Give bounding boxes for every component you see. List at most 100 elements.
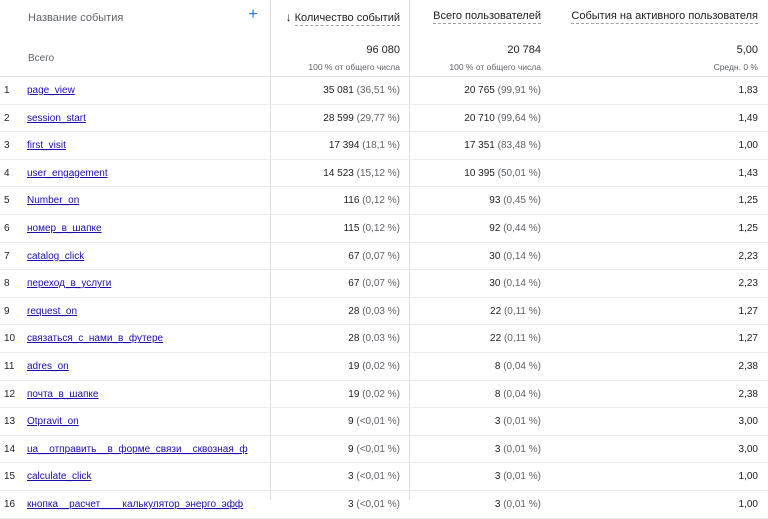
events-count-cell: 17 394 (18,1 %) xyxy=(328,140,400,152)
table-body: 1 page_view 35 081 (36,51 %) 20 765 (99,… xyxy=(0,77,768,519)
users-count-cell: 10 395 (50,01 %) xyxy=(464,167,541,179)
event-name-link[interactable]: почта_в_шапке xyxy=(27,389,98,400)
row-index: 9 xyxy=(4,305,10,317)
table-row: 2 session_start 28 599 (29,77 %) 20 710 … xyxy=(0,105,768,133)
events-count-cell: 14 523 (15,12 %) xyxy=(323,167,400,179)
totals-events: 96 080 100 % от общего числа xyxy=(308,44,400,72)
events-per-user-cell: 2,38 xyxy=(738,360,758,372)
table-row: 5 Number_on 116 (0,12 %) 93 (0,45 %) 1,2… xyxy=(0,187,768,215)
row-index: 1 xyxy=(4,85,10,96)
totals-per-user: 5,00 Средн. 0 % xyxy=(713,44,758,72)
users-count-cell: 8 (0,04 %) xyxy=(494,388,541,400)
row-index: 11 xyxy=(4,360,15,372)
events-per-user-cell: 1,49 xyxy=(738,112,758,124)
table-row: 10 связаться_с_нами_в_футере 28 (0,03 %)… xyxy=(0,325,768,353)
events-count-cell: 35 081 (36,51 %) xyxy=(323,85,400,96)
row-index: 3 xyxy=(4,140,10,152)
row-index: 13 xyxy=(4,416,16,428)
events-per-user-column-header[interactable]: События на активного пользователя xyxy=(571,10,758,24)
events-count-cell: 19 (0,02 %) xyxy=(348,360,400,372)
table-row: 1 page_view 35 081 (36,51 %) 20 765 (99,… xyxy=(0,77,768,105)
table-row: 11 adres_on 19 (0,02 %) 8 (0,04 %) 2,38 xyxy=(0,353,768,381)
events-per-user-cell: 3,00 xyxy=(738,443,758,455)
row-index: 4 xyxy=(4,167,10,179)
event-name-link[interactable]: кнопка__расчет____калькулятор_энерго_эфф xyxy=(27,499,243,510)
totals-label: Всего xyxy=(28,53,55,64)
events-count-cell: 116 (0,12 %) xyxy=(343,195,400,207)
users-count-cell: 3 (0,01 %) xyxy=(494,498,541,510)
users-count-cell: 3 (0,01 %) xyxy=(494,471,541,483)
events-per-user-cell: 1,43 xyxy=(738,167,758,179)
row-index: 2 xyxy=(4,112,10,124)
events-per-user-cell: 2,23 xyxy=(738,278,758,290)
users-count-cell: 20 710 (99,64 %) xyxy=(464,112,541,124)
table-row: 16 кнопка__расчет____калькулятор_энерго_… xyxy=(0,491,768,519)
users-count-cell: 3 (0,01 %) xyxy=(494,416,541,428)
users-count-cell: 30 (0,14 %) xyxy=(489,278,541,290)
event-name-link[interactable]: session_start xyxy=(27,113,86,124)
events-count-cell: 28 (0,03 %) xyxy=(348,333,400,345)
totals-row: Всего 96 080 100 % от общего числа 20 78… xyxy=(0,38,768,77)
event-name-link[interactable]: page_view xyxy=(27,85,75,96)
events-table: Название события + ↓ Количество событий В… xyxy=(0,0,768,519)
totals-users: 20 784 100 % от общего числа xyxy=(449,44,541,72)
table-row: 4 user_engagement 14 523 (15,12 %) 10 39… xyxy=(0,160,768,188)
users-count-cell: 30 (0,14 %) xyxy=(489,250,541,262)
event-name-link[interactable]: переход_в_услуги xyxy=(27,278,111,289)
users-count-cell: 8 (0,04 %) xyxy=(494,360,541,372)
event-name-link[interactable]: calculate_click xyxy=(27,471,91,482)
events-count-column-header[interactable]: ↓ Количество событий xyxy=(285,10,400,26)
row-index: 16 xyxy=(4,498,16,510)
events-count-cell: 9 (<0,01 %) xyxy=(348,416,400,428)
events-per-user-cell: 1,27 xyxy=(738,333,758,345)
row-index: 7 xyxy=(4,250,10,262)
event-name-link[interactable]: Otpravit_on xyxy=(27,416,79,427)
events-count-cell: 115 (0,12 %) xyxy=(343,222,400,234)
total-users-column-header[interactable]: Всего пользователей xyxy=(433,10,541,24)
row-index: 10 xyxy=(4,333,16,345)
users-count-cell: 3 (0,01 %) xyxy=(494,443,541,455)
event-name-link[interactable]: user_engagement xyxy=(27,168,108,179)
events-per-user-cell: 1,27 xyxy=(738,305,758,317)
row-index: 15 xyxy=(4,471,16,483)
events-per-user-cell: 2,23 xyxy=(738,250,758,262)
events-per-user-cell: 1,25 xyxy=(738,222,758,234)
row-index: 12 xyxy=(4,388,16,400)
users-count-cell: 20 765 (99,91 %) xyxy=(464,85,541,96)
table-row: 7 catalog_click 67 (0,07 %) 30 (0,14 %) … xyxy=(0,243,768,271)
event-name-link[interactable]: adres_on xyxy=(27,361,69,372)
events-count-cell: 28 599 (29,77 %) xyxy=(323,112,400,124)
row-index: 5 xyxy=(4,195,10,207)
events-per-user-cell: 2,38 xyxy=(738,388,758,400)
event-name-link[interactable]: request_on xyxy=(27,306,77,317)
add-dimension-button[interactable]: + xyxy=(245,7,261,23)
table-row: 12 почта_в_шапке 19 (0,02 %) 8 (0,04 %) … xyxy=(0,381,768,409)
event-name-link[interactable]: first_visit xyxy=(27,140,66,151)
table-header: Название события + ↓ Количество событий В… xyxy=(0,0,768,38)
event-name-link[interactable]: связаться_с_нами_в_футере xyxy=(27,333,163,344)
events-count-cell: 3 (<0,01 %) xyxy=(348,471,400,483)
events-per-user-cell: 3,00 xyxy=(738,416,758,428)
event-name-link[interactable]: Number_on xyxy=(27,195,79,206)
events-count-cell: 28 (0,03 %) xyxy=(348,305,400,317)
users-count-cell: 22 (0,11 %) xyxy=(490,333,541,345)
event-name-link[interactable]: catalog_click xyxy=(27,251,84,262)
users-count-cell: 22 (0,11 %) xyxy=(490,305,541,317)
event-name-link[interactable]: ua__отправить__в_форме_связи__сквозная_ф xyxy=(27,444,248,455)
events-per-user-cell: 1,00 xyxy=(738,498,758,510)
events-count-cell: 3 (<0,01 %) xyxy=(348,498,400,510)
row-index: 6 xyxy=(4,222,10,234)
events-count-cell: 19 (0,02 %) xyxy=(348,388,400,400)
events-per-user-cell: 1,83 xyxy=(738,85,758,96)
table-row: 14 ua__отправить__в_форме_связи__сквозна… xyxy=(0,436,768,464)
events-per-user-cell: 1,00 xyxy=(738,471,758,483)
events-count-cell: 67 (0,07 %) xyxy=(348,250,400,262)
row-index: 8 xyxy=(4,278,10,290)
events-count-cell: 67 (0,07 %) xyxy=(348,278,400,290)
table-row: 8 переход_в_услуги 67 (0,07 %) 30 (0,14 … xyxy=(0,270,768,298)
table-row: 15 calculate_click 3 (<0,01 %) 3 (0,01 %… xyxy=(0,463,768,491)
event-name-link[interactable]: номер_в_шапке xyxy=(27,223,102,234)
row-index: 14 xyxy=(4,443,16,455)
arrow-down-icon: ↓ xyxy=(285,10,292,24)
event-name-column-header[interactable]: Название события xyxy=(28,12,123,24)
